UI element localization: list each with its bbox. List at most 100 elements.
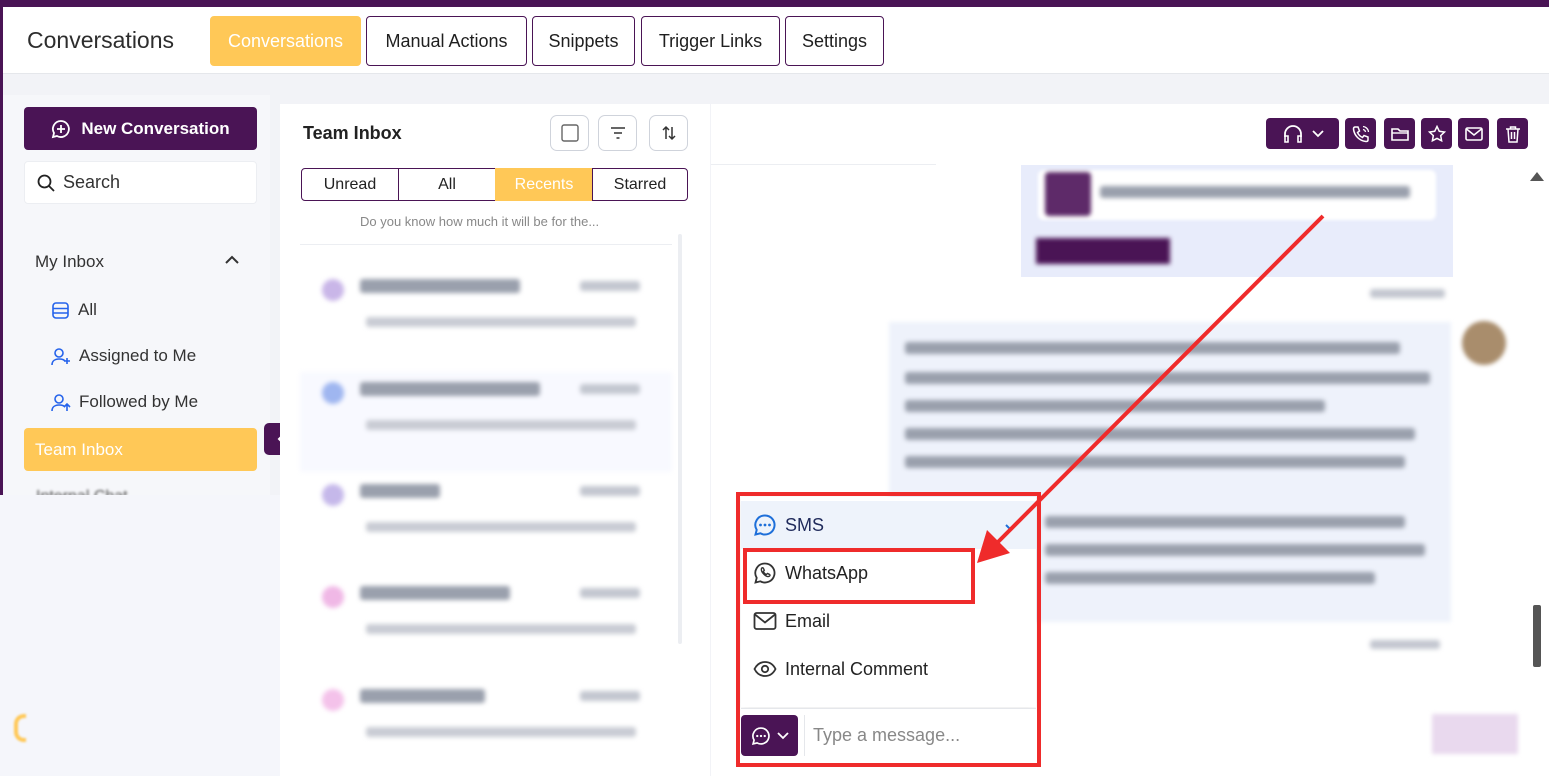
- message-preview-placeholder: [366, 522, 636, 532]
- view-button-placeholder: [1036, 238, 1170, 264]
- scroll-up-icon[interactable]: [1530, 172, 1544, 181]
- new-conversation-label: New Conversation: [81, 118, 230, 138]
- channel-dropdown: SMS WhatsApp Email Internal Comment: [741, 497, 1036, 707]
- message-text-placeholder: [1045, 516, 1405, 528]
- filter-button[interactable]: [598, 115, 637, 151]
- message-preview-placeholder: [366, 727, 636, 737]
- channel-option-email[interactable]: Email: [741, 597, 1036, 645]
- search-input[interactable]: Search: [24, 161, 257, 204]
- chevron-down-icon: [776, 731, 789, 739]
- sidebar-item-label: All: [78, 300, 97, 319]
- list-item[interactable]: [300, 474, 672, 574]
- timestamp-placeholder: [580, 486, 640, 496]
- lower-left-area: [0, 495, 280, 776]
- contact-name-placeholder: [360, 484, 440, 498]
- check-icon: [1005, 519, 1021, 531]
- my-inbox-label: My Inbox: [35, 252, 104, 271]
- delete-button[interactable]: [1497, 118, 1528, 149]
- channel-option-sms[interactable]: SMS: [741, 501, 1036, 549]
- sidebar-item-all[interactable]: All: [51, 300, 97, 320]
- select-all-checkbox[interactable]: [550, 115, 589, 151]
- file-icon: [1045, 172, 1091, 216]
- message-text-placeholder: [905, 456, 1405, 468]
- mail-icon: [753, 612, 777, 630]
- call-button[interactable]: [1345, 118, 1376, 149]
- search-icon: [37, 174, 55, 192]
- email-button[interactable]: [1458, 118, 1489, 149]
- message-composer: [741, 708, 1036, 764]
- avatar: [322, 586, 344, 608]
- message-text-placeholder: [905, 400, 1325, 412]
- send-button[interactable]: [1432, 714, 1518, 754]
- list-item[interactable]: [300, 576, 672, 676]
- sidebar: New Conversation Search My Inbox All Ass…: [3, 95, 270, 495]
- top-accent-bar: [0, 0, 1549, 7]
- assign-dropdown-button[interactable]: [1266, 118, 1339, 149]
- filter-tab-recents[interactable]: Recents: [495, 168, 593, 201]
- channel-option-internal-comment[interactable]: Internal Comment: [741, 645, 1036, 693]
- channel-select-button[interactable]: [741, 715, 798, 756]
- message-text-placeholder: [905, 428, 1415, 440]
- avatar: [322, 689, 344, 711]
- folder-icon: [1390, 127, 1409, 141]
- headset-icon: [1283, 124, 1302, 143]
- timestamp-placeholder: [1370, 640, 1440, 649]
- mail-icon: [1464, 126, 1483, 141]
- chat-bubble-icon: [754, 514, 776, 536]
- chat-scrollbar[interactable]: [1533, 605, 1541, 667]
- checkbox-icon: [560, 124, 579, 142]
- sidebar-item-label: Followed by Me: [79, 392, 199, 411]
- new-conversation-button[interactable]: New Conversation: [24, 107, 257, 150]
- sort-button[interactable]: [649, 115, 688, 151]
- filter-tab-all[interactable]: All: [398, 168, 496, 201]
- sidebar-item-assigned[interactable]: Assigned to Me: [51, 346, 196, 366]
- timestamp-placeholder: [580, 281, 640, 291]
- message-preview-placeholder: [366, 624, 636, 634]
- contact-name-placeholder: [360, 279, 520, 293]
- page-title: Conversations: [27, 27, 175, 53]
- tab-settings[interactable]: Settings: [785, 16, 884, 66]
- app-header: Conversations Conversations Manual Actio…: [3, 7, 1549, 74]
- filter-tab-starred[interactable]: Starred: [592, 168, 688, 201]
- search-label: Search: [63, 172, 121, 192]
- list-item[interactable]: [300, 372, 672, 472]
- tab-manual-actions[interactable]: Manual Actions: [366, 16, 527, 66]
- chevron-up-icon[interactable]: [224, 254, 240, 266]
- message-preview-placeholder: [366, 317, 636, 327]
- list-item[interactable]: [300, 269, 672, 369]
- list-scrollbar[interactable]: [678, 234, 682, 644]
- channel-option-whatsapp[interactable]: WhatsApp: [741, 549, 1036, 597]
- star-button[interactable]: [1421, 118, 1452, 149]
- sidebar-item-team-inbox[interactable]: Team Inbox: [24, 428, 257, 471]
- contact-name-placeholder: [360, 382, 540, 396]
- chevron-down-icon: [1311, 129, 1324, 137]
- channel-option-label: WhatsApp: [785, 562, 869, 583]
- chat-plus-icon: [52, 119, 71, 138]
- divider: [711, 164, 936, 165]
- tab-trigger-links[interactable]: Trigger Links: [641, 16, 780, 66]
- filter-tab-unread[interactable]: Unread: [301, 168, 399, 201]
- timestamp-placeholder: [1370, 289, 1445, 298]
- star-icon: [1427, 124, 1446, 142]
- attachment-name-placeholder: [1100, 186, 1410, 198]
- whatsapp-icon: [754, 562, 776, 584]
- message-text-placeholder: [905, 372, 1430, 384]
- contact-name-placeholder: [360, 586, 510, 600]
- message-input[interactable]: [804, 715, 1032, 756]
- folder-button[interactable]: [1384, 118, 1415, 149]
- list-item[interactable]: [300, 679, 672, 776]
- sidebar-item-label: Assigned to Me: [79, 346, 197, 365]
- list-title: Team Inbox: [303, 123, 402, 143]
- avatar: [322, 484, 344, 506]
- tab-conversations[interactable]: Conversations: [210, 16, 361, 66]
- message-preview-placeholder: [366, 420, 636, 430]
- contact-name-placeholder: [360, 689, 485, 703]
- logo-icon: [14, 714, 26, 742]
- filter-icon: [610, 127, 625, 139]
- timestamp-placeholder: [580, 384, 640, 394]
- sidebar-item-followed[interactable]: Followed by Me: [51, 392, 198, 412]
- user-plus-icon: [51, 347, 70, 365]
- tab-snippets[interactable]: Snippets: [532, 16, 635, 66]
- avatar: [322, 382, 344, 404]
- list-icon: [52, 301, 69, 319]
